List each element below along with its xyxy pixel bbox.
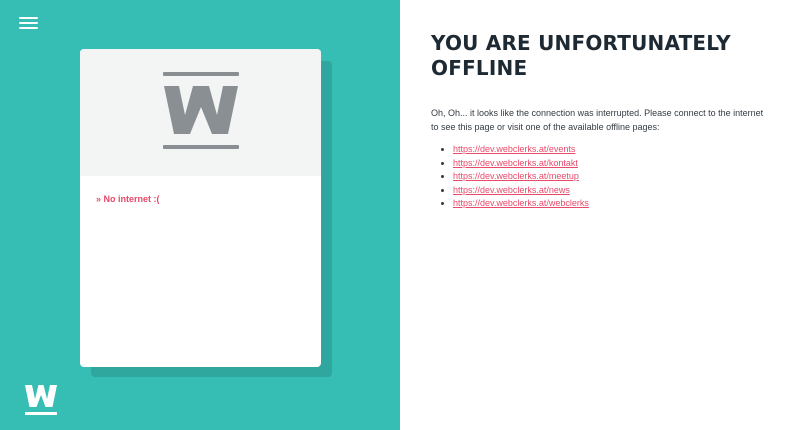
card-body: » No internet :( <box>80 176 321 222</box>
webclerks-w-logo-icon <box>163 72 239 149</box>
no-internet-message: » No internet :( <box>96 194 160 204</box>
list-item: https://dev.webclerks.at/webclerks <box>453 197 768 211</box>
content-panel: YOU ARE UNFORTUNATELY OFFLINE Oh, Oh... … <box>400 0 800 430</box>
menu-line <box>19 22 38 24</box>
offline-link-news[interactable]: https://dev.webclerks.at/news <box>453 185 570 195</box>
page-title: YOU ARE UNFORTUNATELY OFFLINE <box>431 31 731 80</box>
list-item: https://dev.webclerks.at/events <box>453 143 768 157</box>
offline-page: » No internet :( YOU ARE UNFORTUNATELY O… <box>0 0 800 430</box>
offline-description: Oh, Oh... it looks like the connection w… <box>431 108 764 132</box>
offline-link-webclerks[interactable]: https://dev.webclerks.at/webclerks <box>453 198 589 208</box>
list-item: https://dev.webclerks.at/kontakt <box>453 157 768 171</box>
list-item: https://dev.webclerks.at/news <box>453 184 768 198</box>
hamburger-menu-icon[interactable] <box>19 15 39 31</box>
card-header <box>80 49 321 176</box>
offline-link-meetup[interactable]: https://dev.webclerks.at/meetup <box>453 171 579 181</box>
menu-line <box>19 27 38 29</box>
offline-link-events[interactable]: https://dev.webclerks.at/events <box>453 144 575 154</box>
offline-link-kontakt[interactable]: https://dev.webclerks.at/kontakt <box>453 158 578 168</box>
offline-card: » No internet :( <box>80 49 321 367</box>
list-item: https://dev.webclerks.at/meetup <box>453 170 768 184</box>
offline-links-list: https://dev.webclerks.at/events https://… <box>431 143 768 211</box>
menu-line <box>19 17 38 19</box>
left-panel: » No internet :( <box>0 0 400 430</box>
webclerks-w-logo-icon[interactable] <box>24 380 58 416</box>
